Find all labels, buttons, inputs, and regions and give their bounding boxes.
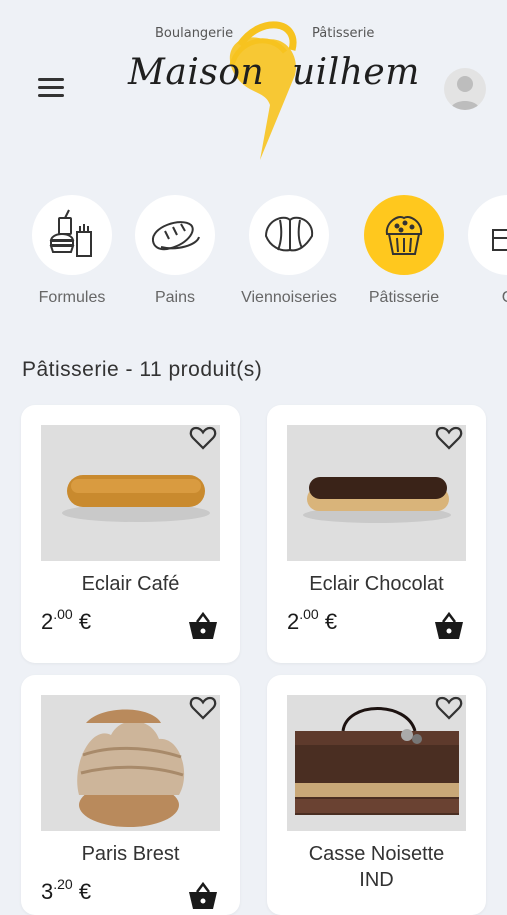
app-header: Boulangerie Pâtisserie Maison uilhem [0,0,507,170]
category-icon-circle[interactable] [468,195,507,275]
product-name: Casse Noisette IND [308,843,445,891]
product-name: Paris Brest [81,843,180,865]
favorite-heart-icon[interactable] [434,423,464,453]
category-label: Formules [38,289,106,306]
category-pains[interactable]: Pains [120,195,230,307]
burger-fries-drink-icon [49,209,92,257]
add-to-basket-icon[interactable] [432,611,466,641]
product-price: 3.20 € [41,876,92,904]
user-silhouette-icon [450,76,480,110]
product-card[interactable]: Eclair Chocolat 2.00 € [267,405,486,663]
product-name: Eclair Chocolat [309,573,444,595]
category-label: Pains [154,289,196,306]
product-price: 2.00 € [287,606,338,634]
add-to-basket-icon[interactable] [186,881,220,911]
category-icon-circle-active[interactable] [364,195,444,275]
product-card[interactable]: Paris Brest 3.20 € [21,675,240,915]
category-icon-circle[interactable] [32,195,112,275]
favorite-heart-icon[interactable] [434,693,464,723]
product-card[interactable]: Eclair Café 2.00 € [21,405,240,663]
cake-icon [492,229,507,251]
favorite-heart-icon[interactable] [188,423,218,453]
add-to-basket-icon[interactable] [186,611,220,641]
hamburger-menu-icon[interactable] [38,78,66,100]
category-label: Pâtisserie [368,289,440,306]
category-viennoiseries[interactable]: Viennoiseries [234,195,344,307]
category-carousel[interactable]: Formules Pains Viennoiseries Pâtisserie [0,195,507,315]
logo-word-maison: Maison [128,52,265,93]
category-icon-circle[interactable] [249,195,329,275]
product-card[interactable]: Casse Noisette IND [267,675,486,915]
product-price: 2.00 € [41,606,92,634]
logo-caption-left: Boulangerie [155,26,234,41]
category-patisserie[interactable]: Pâtisserie [349,195,459,307]
user-avatar[interactable] [444,68,486,110]
bread-icon [152,221,200,251]
brand-logo: Boulangerie Pâtisserie Maison uilhem [120,10,419,165]
logo-word-guilhem: uilhem [292,52,420,93]
logo-caption-right: Pâtisserie [312,26,375,41]
category-label: Viennoiseries [241,289,337,306]
category-formules[interactable]: Formules [17,195,127,307]
category-partial[interactable]: G [453,195,507,307]
favorite-heart-icon[interactable] [188,693,218,723]
muffin-icon [385,216,423,255]
category-icon-circle[interactable] [135,195,215,275]
section-title: Pâtisserie - 11 produit(s) [22,358,263,381]
category-label: G [453,289,507,307]
croissant-icon [264,216,314,252]
product-name: Eclair Café [81,573,180,595]
